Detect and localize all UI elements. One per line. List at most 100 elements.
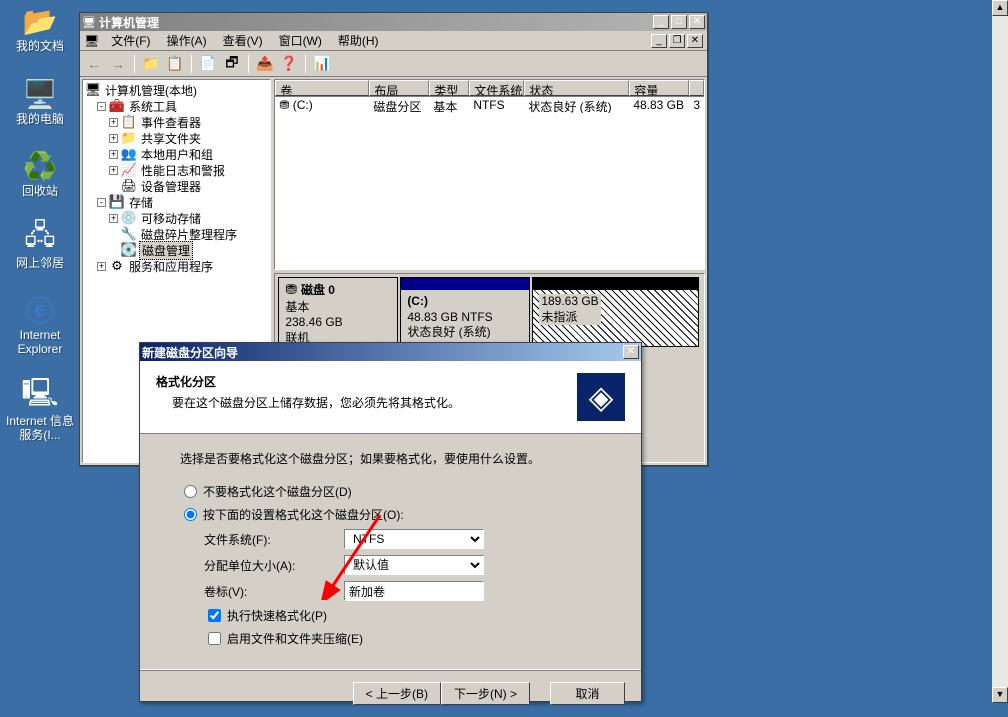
col-capacity[interactable]: 容量 (629, 80, 689, 96)
wizard-footer: < 上一步(B) 下一步(N) > 取消 (140, 669, 641, 717)
mdi-close-button[interactable]: ✕ (687, 34, 703, 48)
close-button[interactable]: ✕ (689, 15, 705, 29)
close-button[interactable]: ✕ (623, 345, 639, 359)
expand-button[interactable]: + (109, 150, 118, 159)
back-button[interactable]: ← (84, 54, 104, 74)
partition-name: (C:) (407, 294, 428, 308)
tree-storage[interactable]: 存储 (127, 194, 155, 211)
forward-button[interactable]: → (108, 54, 128, 74)
recycle-icon: ♻️ (24, 150, 56, 182)
expand-button[interactable]: + (97, 262, 106, 271)
partition-unallocated[interactable]: 189.63 GB 未指派 (532, 277, 699, 347)
radio-no-format[interactable]: 不要格式化这个磁盘分区(D) (184, 483, 601, 500)
expand-button[interactable]: - (97, 198, 106, 207)
tree-perf[interactable]: 性能日志和警报 (139, 162, 227, 179)
desktop-icon-ie[interactable]: ⓔ Internet Explorer (5, 294, 75, 357)
tree-localusers[interactable]: 本地用户和组 (139, 146, 215, 163)
filesystem-select[interactable]: NTFS (344, 529, 484, 549)
properties-button[interactable]: 📋 (165, 54, 185, 74)
expand-button[interactable]: - (97, 102, 106, 111)
tree-services[interactable]: 服务和应用程序 (127, 258, 215, 275)
desktop-icon-recycle[interactable]: ♻️ 回收站 (5, 150, 75, 198)
col-status[interactable]: 状态 (524, 80, 629, 96)
settings-button[interactable]: 📊 (312, 54, 332, 74)
tree-removable[interactable]: 可移动存储 (139, 210, 203, 227)
titlebar[interactable]: 🖥 计算机管理 _ □ ✕ (80, 13, 707, 31)
quick-format-row[interactable]: 执行快速格式化(P) (208, 607, 601, 624)
ie-icon: ⓔ (24, 294, 56, 326)
wizard-title: 新建磁盘分区向导 (142, 344, 621, 361)
disk-drive-icon: ⛃ 磁盘 0 (285, 281, 391, 298)
partition-c[interactable]: (C:) 48.83 GB NTFS 状态良好 (系统) (400, 277, 530, 347)
disk-info[interactable]: ⛃ 磁盘 0 基本 238.46 GB 联机 (278, 277, 398, 347)
mdi-restore-button[interactable]: ❐ (669, 34, 685, 48)
menu-window[interactable]: 窗口(W) (271, 30, 330, 51)
tree-systools[interactable]: 系统工具 (127, 98, 179, 115)
allocation-select[interactable]: 默认值 (344, 555, 484, 575)
iis-icon: 🖳 (24, 380, 56, 412)
disk-size: 238.46 GB (285, 315, 391, 329)
page-scrollbar[interactable]: ▲ ▼ (992, 0, 1008, 703)
quick-format-checkbox[interactable] (208, 609, 221, 622)
menu-help[interactable]: 帮助(H) (330, 30, 387, 51)
scroll-up-button[interactable]: ▲ (992, 0, 1008, 16)
tree-eventviewer[interactable]: 事件查看器 (139, 114, 203, 131)
radio-format[interactable]: 按下面的设置格式化这个磁盘分区(O): (184, 506, 601, 523)
volume-label-input[interactable] (344, 581, 484, 601)
tree-devmgr[interactable]: 设备管理器 (139, 178, 203, 195)
wizard-body: 选择是否要格式化这个磁盘分区；如果要格式化，要使用什么设置。 不要格式化这个磁盘… (140, 434, 641, 669)
users-icon: 👥 (121, 146, 137, 162)
refresh-button[interactable]: 🗗 (222, 54, 242, 74)
compression-checkbox[interactable] (208, 632, 221, 645)
radio-format-input[interactable] (184, 508, 197, 521)
expand-button[interactable]: + (109, 214, 118, 223)
partition-info: 189.63 GB (541, 294, 598, 308)
computer-icon: 🖥️ (24, 78, 56, 110)
col-fs[interactable]: 文件系统 (469, 80, 524, 96)
expand-button[interactable]: + (109, 166, 118, 175)
help-button[interactable]: ❓ (279, 54, 299, 74)
menu-view[interactable]: 查看(V) (215, 30, 271, 51)
disk-icon: 💽 (121, 242, 137, 258)
scroll-down-button[interactable]: ▼ (992, 687, 1008, 703)
radio-no-format-input[interactable] (184, 485, 197, 498)
view-button[interactable]: 📄 (198, 54, 218, 74)
tree-shared[interactable]: 共享文件夹 (139, 130, 203, 147)
desktop-icon-iis[interactable]: 🖳 Internet 信息服务(I... (5, 380, 75, 443)
export-button[interactable]: 📤 (255, 54, 275, 74)
desktop-icon-mycomputer[interactable]: 🖥️ 我的电脑 (5, 78, 75, 126)
icon-label: 我的电脑 (5, 112, 75, 126)
icon-label: 网上邻居 (5, 256, 75, 270)
mdi-minimize-button[interactable]: _ (651, 34, 667, 48)
back-button[interactable]: < 上一步(B) (353, 682, 441, 705)
menu-file[interactable]: 文件(F) (103, 30, 158, 51)
wizard-titlebar[interactable]: 新建磁盘分区向导 ✕ (140, 343, 641, 361)
cancel-button[interactable]: 取消 (550, 682, 625, 705)
mdi-icon: 🖥 (84, 34, 99, 48)
desktop-icon-mydocs[interactable]: 📂 我的文档 (5, 5, 75, 53)
partition-info: 48.83 GB NTFS (407, 310, 492, 324)
next-button[interactable]: 下一步(N) > (441, 682, 530, 705)
col-extra[interactable] (689, 80, 704, 96)
menu-action[interactable]: 操作(A) (159, 30, 215, 51)
list-row[interactable]: ⛃ (C:) 磁盘分区 基本 NTFS 状态良好 (系统) 48.83 GB 3 (275, 97, 704, 113)
folder-icon: 📂 (24, 5, 56, 37)
expand-button[interactable]: + (109, 134, 118, 143)
services-icon: ⚙ (109, 258, 125, 274)
col-volume[interactable]: 卷 (275, 80, 369, 96)
icon-label: 回收站 (5, 184, 75, 198)
desktop-icon-network[interactable]: 🖧 网上邻居 (5, 222, 75, 270)
icon-label: 我的文档 (5, 39, 75, 53)
col-layout[interactable]: 布局 (369, 80, 429, 96)
disk-wizard-icon: ◈ (577, 373, 625, 421)
scroll-track[interactable] (992, 16, 1008, 687)
menubar: 🖥 文件(F) 操作(A) 查看(V) 窗口(W) 帮助(H) _ ❐ ✕ (80, 31, 707, 51)
maximize-button[interactable]: □ (671, 15, 687, 29)
compression-row[interactable]: 启用文件和文件夹压缩(E) (208, 630, 601, 647)
list-body[interactable]: ⛃ (C:) 磁盘分区 基本 NTFS 状态良好 (系统) 48.83 GB 3 (275, 97, 704, 269)
tree-root[interactable]: 计算机管理(本地) (103, 82, 199, 99)
up-button[interactable]: 📁 (141, 54, 161, 74)
minimize-button[interactable]: _ (653, 15, 669, 29)
col-type[interactable]: 类型 (429, 80, 469, 96)
expand-button[interactable]: + (109, 118, 118, 127)
